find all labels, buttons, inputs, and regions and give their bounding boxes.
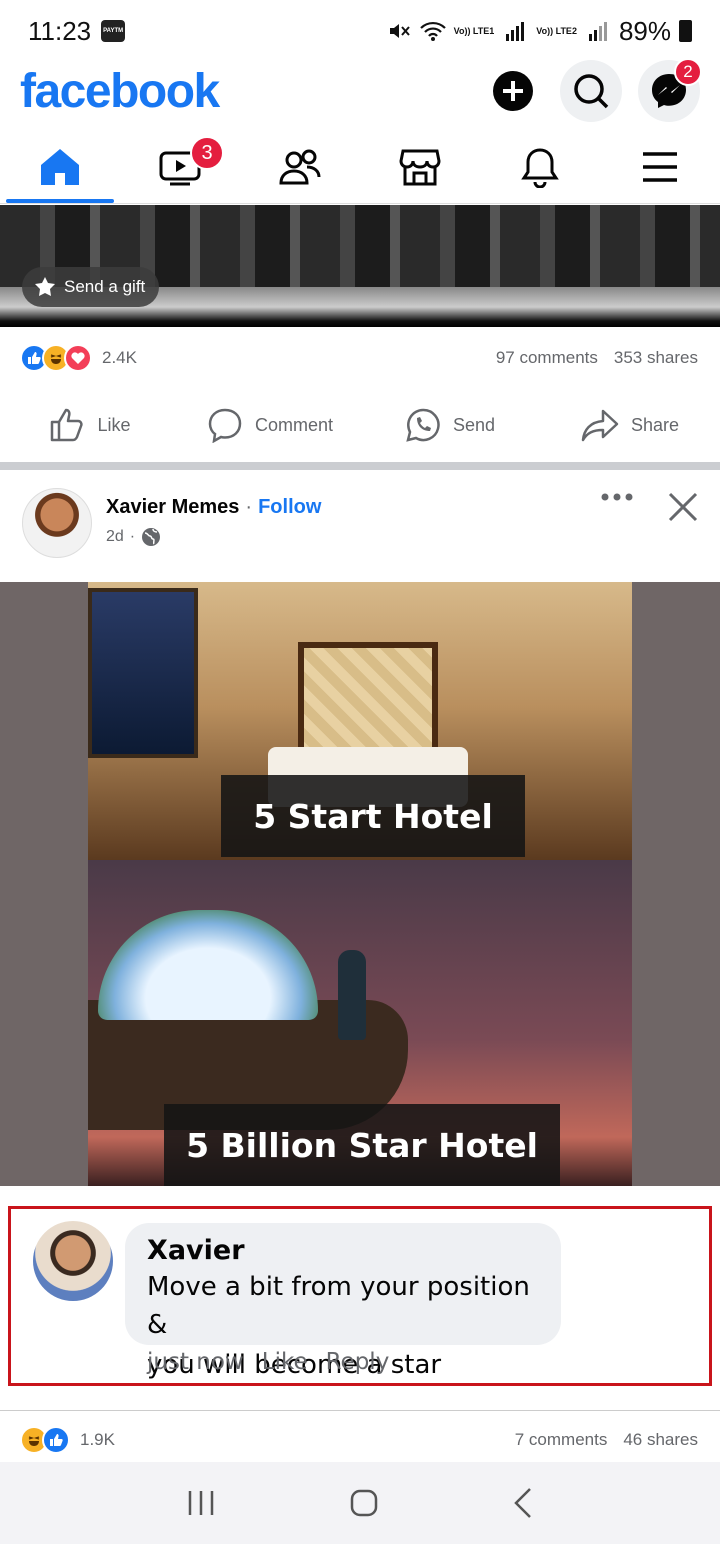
comment-time: just now <box>147 1349 244 1375</box>
tab-notifications[interactable] <box>480 130 600 203</box>
post1-stats: 97 comments 353 shares <box>496 348 698 368</box>
like-button[interactable]: Like <box>0 407 180 443</box>
back-icon[interactable] <box>512 1487 534 1519</box>
post2-stats: 7 comments 46 shares <box>515 1430 698 1450</box>
tab-marketplace[interactable] <box>360 130 480 203</box>
post2-reactions-row: 1.9K 7 comments 46 shares <box>20 1420 698 1460</box>
post2-meta: Xavier Memes · Follow 2d · <box>106 488 321 547</box>
post2-reaction-icons[interactable] <box>20 1426 70 1454</box>
city-window <box>88 588 198 758</box>
post2-author[interactable]: Xavier Memes <box>106 496 239 519</box>
like-label: Like <box>97 414 131 435</box>
share-label: Share <box>630 414 680 435</box>
post2-reaction-count[interactable]: 1.9K <box>80 1430 115 1450</box>
post2-header: Xavier Memes · Follow 2d · <box>22 488 698 560</box>
video-badge: 3 <box>190 136 224 170</box>
meme-caption-top: 5 Start Hotel <box>221 775 525 857</box>
create-button[interactable] <box>482 60 544 122</box>
hamburger-menu-icon <box>643 151 677 182</box>
page-avatar[interactable] <box>22 488 92 558</box>
commenter-avatar[interactable] <box>33 1221 113 1301</box>
send-gift-button[interactable]: Send a gift <box>22 267 160 307</box>
post2-time[interactable]: 2d <box>106 528 124 546</box>
share-button[interactable]: Share <box>540 408 720 442</box>
messenger-button[interactable]: 2 <box>638 58 702 122</box>
send-button[interactable]: Send <box>360 407 540 443</box>
comment-button[interactable]: Comment <box>180 407 360 443</box>
tab-video[interactable]: 3 <box>120 130 240 203</box>
system-nav-bar <box>0 1462 720 1544</box>
comment-text-line1: Move a bit from your position & <box>147 1272 530 1340</box>
commenter-name[interactable]: Xavier <box>147 1235 539 1266</box>
like-reaction-icon <box>42 1426 70 1454</box>
marketplace-icon <box>399 149 441 185</box>
post-separator <box>0 462 720 470</box>
highlighted-comment: Xavier Move a bit from your position & y… <box>8 1206 712 1386</box>
signal-icon-1 <box>502 19 528 43</box>
status-time: 11:23 <box>28 15 92 46</box>
tab-home[interactable] <box>0 130 120 203</box>
send-label: Send <box>452 414 496 435</box>
header-actions: 2 <box>482 58 702 122</box>
comment-actions: just now Like Reply <box>147 1349 389 1375</box>
love-reaction-icon <box>64 344 92 372</box>
comment-like-button[interactable]: Like <box>262 1349 308 1375</box>
search-icon <box>574 74 609 109</box>
mute-icon <box>386 19 412 43</box>
post2-comments-count[interactable]: 7 comments <box>515 1430 608 1450</box>
comment-label: Comment <box>254 414 334 435</box>
messenger-badge: 2 <box>674 58 702 86</box>
plus-circle-icon <box>493 71 533 111</box>
follow-button[interactable]: Follow <box>258 496 321 519</box>
wifi-icon <box>419 19 446 43</box>
post1-reaction-icons[interactable] <box>20 344 92 372</box>
more-options-icon[interactable] <box>600 492 634 502</box>
meme-caption-bottom: 5 Billion Star Hotel <box>164 1104 560 1186</box>
home-icon <box>41 148 79 185</box>
meta-dot: · <box>245 496 253 518</box>
comment-icon <box>208 408 242 443</box>
meme-image[interactable]: 5 Start Hotel 5 Billion Star Hotel <box>0 582 720 1186</box>
recent-apps-icon[interactable] <box>186 1489 216 1517</box>
comment-reply-button[interactable]: Reply <box>326 1349 390 1375</box>
tab-friends[interactable] <box>240 130 360 203</box>
send-gift-label: Send a gift <box>64 277 146 296</box>
search-button[interactable] <box>560 60 622 122</box>
main-nav: 3 <box>0 130 720 204</box>
lte1-label: Vo)) LTE1 <box>453 25 495 36</box>
person-silhouette <box>338 950 366 1040</box>
globe-icon <box>142 528 161 546</box>
bell-icon <box>521 147 559 188</box>
app-header: facebook 2 <box>0 58 720 124</box>
signal-icon-2 <box>585 19 611 43</box>
home-nav-icon[interactable] <box>349 1488 379 1518</box>
share-arrow-icon <box>581 409 619 442</box>
comment-bubble[interactable]: Xavier Move a bit from your position & y… <box>125 1223 561 1380</box>
battery-level: 89% <box>618 15 671 46</box>
close-icon[interactable] <box>668 492 698 522</box>
post1-action-row: Like Comment Send Share <box>0 398 720 452</box>
whatsapp-icon <box>406 408 440 442</box>
post2-shares-count[interactable]: 46 shares <box>623 1430 698 1450</box>
post1-reactions-row: 2.4K 97 comments 353 shares <box>20 338 698 378</box>
tent <box>98 910 318 1020</box>
paytm-icon: PAYTM <box>101 20 126 42</box>
lte2-label: Vo)) LTE2 <box>536 25 577 36</box>
headboard <box>298 642 438 762</box>
post1-reaction-count[interactable]: 2.4K <box>102 348 137 368</box>
post1-comments-count[interactable]: 97 comments <box>496 348 598 368</box>
gift-star-icon <box>35 277 55 296</box>
status-icons: Vo)) LTE1 Vo)) LTE2 89% <box>386 16 692 47</box>
battery-icon <box>679 20 692 42</box>
facebook-logo[interactable]: facebook <box>20 64 220 119</box>
status-bar: 11:23 PAYTM Vo)) LTE1 Vo)) LTE2 89% <box>0 0 720 62</box>
meta-dot: · <box>129 528 136 545</box>
post-photo[interactable]: Send a gift <box>0 205 720 327</box>
post1-shares-count[interactable]: 353 shares <box>614 348 698 368</box>
post2-tools <box>600 488 698 522</box>
stats-divider <box>0 1410 720 1411</box>
friends-icon <box>279 149 321 184</box>
tab-menu[interactable] <box>600 130 720 203</box>
thumbs-up-icon <box>51 408 84 442</box>
